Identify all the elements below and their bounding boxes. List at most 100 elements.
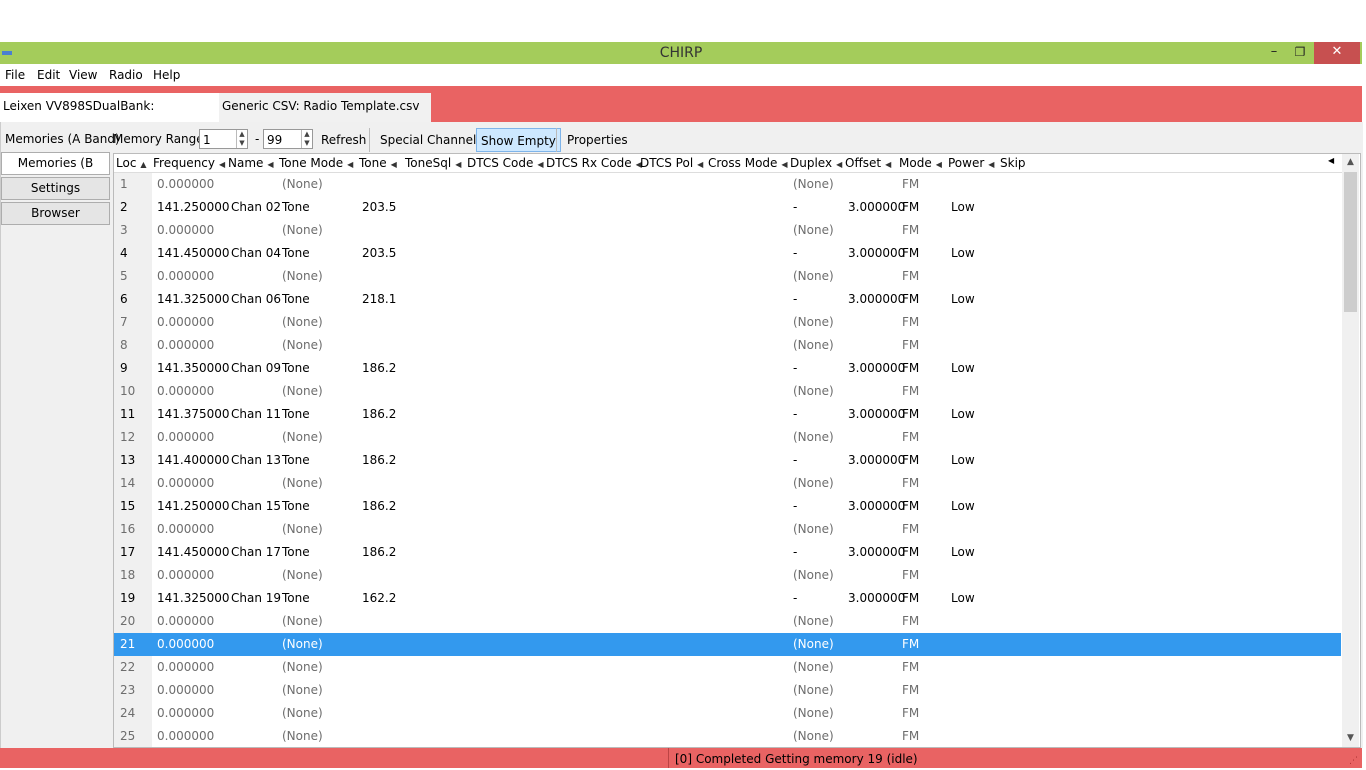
cell-tone-mode[interactable]: (None) bbox=[282, 315, 323, 329]
cell-frequency[interactable]: 141.450000 bbox=[157, 545, 230, 559]
cell-loc[interactable]: 1 bbox=[120, 177, 128, 191]
table-row[interactable]: 17 141.450000 Chan 17 Tone 186.2 - 3.000000 FM L… bbox=[114, 541, 1341, 564]
column-header-mode[interactable]: Mode ◀ bbox=[899, 156, 942, 170]
menu-edit[interactable]: Edit bbox=[37, 68, 60, 82]
column-header-tone-mode[interactable]: Tone Mode ◀ bbox=[279, 156, 353, 170]
table-row[interactable]: 18 0.000000 (None) (None) FM bbox=[114, 564, 1341, 587]
cell-tone-mode[interactable]: (None) bbox=[282, 384, 323, 398]
table-row[interactable]: 20 0.000000 (None) (None) FM bbox=[114, 610, 1341, 633]
table-row[interactable]: 25 0.000000 (None) (None) FM bbox=[114, 725, 1341, 747]
cell-loc[interactable]: 25 bbox=[120, 729, 135, 743]
cell-frequency[interactable]: 141.450000 bbox=[157, 246, 230, 260]
cell-duplex[interactable]: - bbox=[793, 292, 797, 306]
cell-tone-mode[interactable]: Tone bbox=[282, 361, 310, 375]
cell-duplex[interactable]: - bbox=[793, 453, 797, 467]
cell-tone-mode[interactable]: (None) bbox=[282, 683, 323, 697]
cell-loc[interactable]: 23 bbox=[120, 683, 135, 697]
spinner-arrows-icon[interactable]: ▲ ▼ bbox=[236, 130, 247, 148]
cell-frequency[interactable]: 0.000000 bbox=[157, 476, 214, 490]
cell-frequency[interactable]: 0.000000 bbox=[157, 568, 214, 582]
sidebar-item-memories-b-band[interactable]: Memories (B Band) bbox=[1, 152, 110, 191]
cell-frequency[interactable]: 0.000000 bbox=[157, 522, 214, 536]
column-header-cross-mode[interactable]: Cross Mode ◀ bbox=[708, 156, 788, 170]
cell-tone-mode[interactable]: (None) bbox=[282, 660, 323, 674]
column-header-tone[interactable]: Tone ◀ bbox=[359, 156, 397, 170]
cell-tone[interactable]: 186.2 bbox=[362, 407, 396, 421]
cell-tone[interactable]: 218.1 bbox=[362, 292, 396, 306]
table-row[interactable]: 3 0.000000 (None) (None) FM bbox=[114, 219, 1341, 242]
cell-duplex[interactable]: (None) bbox=[793, 637, 834, 651]
menu-radio[interactable]: Radio bbox=[109, 68, 143, 82]
cell-frequency[interactable]: 141.400000 bbox=[157, 453, 230, 467]
cell-mode[interactable]: FM bbox=[902, 637, 919, 651]
cell-loc[interactable]: 16 bbox=[120, 522, 135, 536]
cell-frequency[interactable]: 141.375000 bbox=[157, 407, 230, 421]
table-row[interactable]: 7 0.000000 (None) (None) FM bbox=[114, 311, 1341, 334]
cell-frequency[interactable]: 0.000000 bbox=[157, 430, 214, 444]
cell-tone-mode[interactable]: Tone bbox=[282, 453, 310, 467]
table-row[interactable]: 15 141.250000 Chan 15 Tone 186.2 - 3.000000 FM L… bbox=[114, 495, 1341, 518]
scroll-down-icon[interactable]: ▼ bbox=[1342, 730, 1359, 747]
cell-loc[interactable]: 4 bbox=[120, 246, 128, 260]
sidebar-item-browser[interactable]: Browser bbox=[1, 202, 110, 225]
cell-duplex[interactable]: (None) bbox=[793, 660, 834, 674]
cell-duplex[interactable]: (None) bbox=[793, 269, 834, 283]
column-header-frequency[interactable]: Frequency ◀ bbox=[153, 156, 225, 170]
cell-mode[interactable]: FM bbox=[902, 384, 919, 398]
cell-offset[interactable]: 3.000000 bbox=[848, 361, 905, 375]
column-header-loc[interactable]: Loc ▲ bbox=[116, 156, 147, 170]
cell-loc[interactable]: 14 bbox=[120, 476, 135, 490]
table-row[interactable]: 13 141.400000 Chan 13 Tone 186.2 - 3.000000 FM L… bbox=[114, 449, 1341, 472]
table-row[interactable]: 24 0.000000 (None) (None) FM bbox=[114, 702, 1341, 725]
cell-frequency[interactable]: 0.000000 bbox=[157, 706, 214, 720]
cell-power[interactable]: Low bbox=[951, 361, 975, 375]
cell-frequency[interactable]: 0.000000 bbox=[157, 614, 214, 628]
cell-mode[interactable]: FM bbox=[902, 246, 919, 260]
cell-loc[interactable]: 8 bbox=[120, 338, 128, 352]
menu-view[interactable]: View bbox=[69, 68, 97, 82]
table-row[interactable]: 8 0.000000 (None) (None) FM bbox=[114, 334, 1341, 357]
cell-tone-mode[interactable]: (None) bbox=[282, 430, 323, 444]
cell-duplex[interactable]: (None) bbox=[793, 315, 834, 329]
cell-mode[interactable]: FM bbox=[902, 683, 919, 697]
cell-mode[interactable]: FM bbox=[902, 200, 919, 214]
menu-file[interactable]: File bbox=[5, 68, 25, 82]
cell-frequency[interactable]: 141.250000 bbox=[157, 200, 230, 214]
spinner-arrows-icon[interactable]: ▲ ▼ bbox=[301, 130, 312, 148]
cell-tone-mode[interactable]: (None) bbox=[282, 223, 323, 237]
cell-loc[interactable]: 7 bbox=[120, 315, 128, 329]
column-overflow-arrow-icon[interactable]: ◀ bbox=[1328, 156, 1334, 165]
cell-mode[interactable]: FM bbox=[902, 292, 919, 306]
cell-name[interactable]: Chan 04 bbox=[231, 246, 281, 260]
cell-mode[interactable]: FM bbox=[902, 223, 919, 237]
cell-mode[interactable]: FM bbox=[902, 545, 919, 559]
cell-frequency[interactable]: 141.325000 bbox=[157, 292, 230, 306]
table-row[interactable]: 1 0.000000 (None) (None) FM bbox=[114, 173, 1341, 196]
cell-name[interactable]: Chan 02 bbox=[231, 200, 281, 214]
cell-power[interactable]: Low bbox=[951, 407, 975, 421]
column-header-power[interactable]: Power ◀ bbox=[948, 156, 994, 170]
properties-button[interactable]: Properties bbox=[563, 128, 632, 152]
cell-duplex[interactable]: - bbox=[793, 407, 797, 421]
cell-tone[interactable]: 203.5 bbox=[362, 200, 396, 214]
column-header-dtcs-pol[interactable]: DTCS Pol ◀ bbox=[640, 156, 703, 170]
cell-loc[interactable]: 21 bbox=[120, 637, 135, 651]
cell-duplex[interactable]: (None) bbox=[793, 568, 834, 582]
cell-offset[interactable]: 3.000000 bbox=[848, 591, 905, 605]
cell-frequency[interactable]: 0.000000 bbox=[157, 177, 214, 191]
cell-tone[interactable]: 186.2 bbox=[362, 499, 396, 513]
cell-name[interactable]: Chan 11 bbox=[231, 407, 281, 421]
memory-grid[interactable]: Loc ▲ Frequency ◀ Name ◀ Tone Mode ◀ Tone ◀ T… bbox=[113, 153, 1361, 748]
cell-loc[interactable]: 2 bbox=[120, 200, 128, 214]
cell-mode[interactable]: FM bbox=[902, 499, 919, 513]
cell-mode[interactable]: FM bbox=[902, 407, 919, 421]
cell-duplex[interactable]: - bbox=[793, 200, 797, 214]
cell-loc[interactable]: 15 bbox=[120, 499, 135, 513]
cell-frequency[interactable]: 0.000000 bbox=[157, 637, 214, 651]
cell-mode[interactable]: FM bbox=[902, 315, 919, 329]
cell-offset[interactable]: 3.000000 bbox=[848, 407, 905, 421]
cell-tone-mode[interactable]: (None) bbox=[282, 269, 323, 283]
table-row[interactable]: 16 0.000000 (None) (None) FM bbox=[114, 518, 1341, 541]
cell-duplex[interactable]: - bbox=[793, 246, 797, 260]
cell-tone-mode[interactable]: (None) bbox=[282, 476, 323, 490]
